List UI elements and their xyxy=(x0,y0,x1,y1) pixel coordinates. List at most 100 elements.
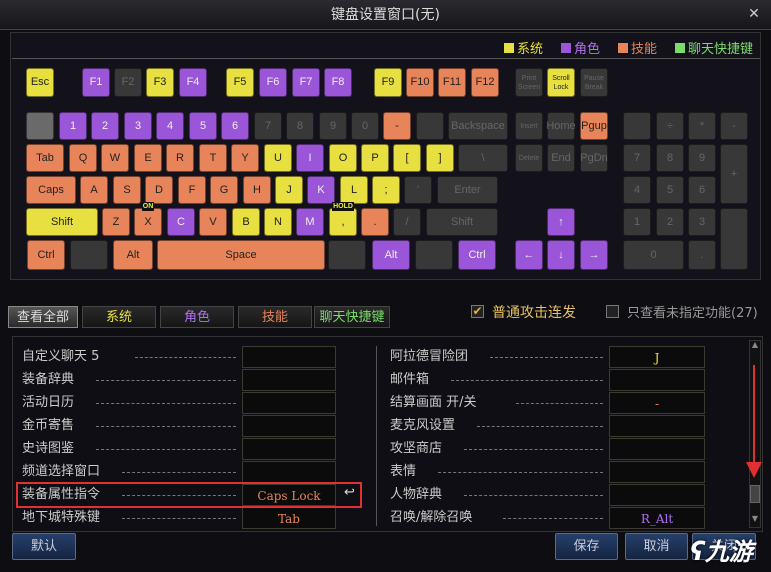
binding-key-field[interactable]: R_Alt xyxy=(609,507,705,529)
key-'[interactable]: ' xyxy=(404,176,432,204)
binding-key-field[interactable] xyxy=(609,438,705,460)
key-blank[interactable] xyxy=(415,240,453,270)
key-s[interactable]: S xyxy=(113,176,141,204)
key-3[interactable]: 3 xyxy=(688,208,716,236)
key-q[interactable]: Q xyxy=(69,144,97,172)
key-↓[interactable]: ↓ xyxy=(547,240,575,270)
key-j[interactable]: J xyxy=(275,176,303,204)
key-f7[interactable]: F7 xyxy=(292,68,320,97)
key-alt[interactable]: Alt xyxy=(113,240,153,270)
key-shift[interactable]: Shift xyxy=(426,208,498,236)
key-4[interactable]: 4 xyxy=(623,176,651,204)
key-m[interactable]: M xyxy=(296,208,324,236)
save-button[interactable]: 保存 xyxy=(555,533,618,560)
key-3[interactable]: 3 xyxy=(124,112,152,140)
key-backspace[interactable]: Backspace xyxy=(448,112,508,140)
tab-2[interactable]: 角色 xyxy=(160,306,234,328)
key-f8[interactable]: F8 xyxy=(324,68,352,97)
key-ctrl[interactable]: Ctrl xyxy=(458,240,496,270)
binding-key-field[interactable]: Tab xyxy=(242,507,336,529)
key-8[interactable]: 8 xyxy=(286,112,314,140)
keybinding-row[interactable]: 自定义聊天 5 xyxy=(22,346,336,368)
key-5[interactable]: 5 xyxy=(189,112,217,140)
keybinding-row[interactable]: 金币寄售 xyxy=(22,415,336,437)
key-f3[interactable]: F3 xyxy=(146,68,174,97)
binding-key-field[interactable] xyxy=(609,461,705,483)
binding-key-field[interactable] xyxy=(609,369,705,391)
key-pgdn[interactable]: PgDn xyxy=(580,144,608,172)
key-o[interactable]: O xyxy=(329,144,357,172)
key-0[interactable]: 0 xyxy=(623,240,684,270)
key-\[interactable]: \ xyxy=(458,144,508,172)
key-0[interactable]: 0 xyxy=(351,112,379,140)
key-,[interactable]: , HOLD xyxy=(329,202,357,236)
key-9[interactable]: 9 xyxy=(319,112,347,140)
key-f2[interactable]: F2 xyxy=(114,68,142,97)
key-x[interactable]: X ON xyxy=(134,202,162,236)
tab-4[interactable]: 聊天快捷键 xyxy=(314,306,390,328)
key-8[interactable]: 8 xyxy=(656,144,684,172)
key-enter[interactable]: Enter xyxy=(437,176,498,204)
keybinding-row[interactable]: 活动日历 xyxy=(22,392,336,414)
key-b[interactable]: B xyxy=(232,208,260,236)
scroll-up-icon[interactable]: ▲ xyxy=(749,340,761,354)
key-space[interactable]: Space xyxy=(157,240,325,270)
key-5[interactable]: 5 xyxy=(656,176,684,204)
key-blank[interactable] xyxy=(70,240,108,270)
key-k[interactable]: K xyxy=(307,176,335,204)
key-g[interactable]: G xyxy=(210,176,238,204)
keybinding-row[interactable]: 人物辞典 xyxy=(390,484,705,506)
key-alt[interactable]: Alt xyxy=(372,240,410,270)
key-←[interactable]: ← xyxy=(515,240,543,270)
key-ctrl[interactable]: Ctrl xyxy=(27,240,65,270)
binding-key-field[interactable] xyxy=(242,461,336,483)
auto-attack-checkbox[interactable]: ✔ xyxy=(471,305,484,318)
keybinding-row[interactable]: 频道选择窗口 xyxy=(22,461,336,483)
key-1[interactable]: 1 xyxy=(59,112,87,140)
key-d[interactable]: D xyxy=(145,176,173,204)
key-7[interactable]: 7 xyxy=(254,112,282,140)
keybinding-row[interactable]: 麦克风设置 xyxy=(390,415,705,437)
tab-3[interactable]: 技能 xyxy=(238,306,312,328)
key-][interactable]: ] xyxy=(426,144,454,172)
binding-key-field[interactable] xyxy=(609,415,705,437)
binding-key-field[interactable] xyxy=(242,438,336,460)
key-f6[interactable]: F6 xyxy=(259,68,287,97)
key-insert[interactable]: Insert xyxy=(515,112,543,140)
cancel-button[interactable]: 取消 xyxy=(625,533,688,560)
key-u[interactable]: U xyxy=(264,144,292,172)
scroll-down-icon[interactable]: ▼ xyxy=(749,514,761,528)
binding-key-field[interactable] xyxy=(242,346,336,368)
key-v[interactable]: V xyxy=(199,208,227,236)
keybinding-row[interactable]: 召唤/解除召唤 R_Alt xyxy=(390,507,705,529)
default-button[interactable]: 默认 xyxy=(12,533,76,560)
key-pause-break[interactable]: Pause Break xyxy=(580,68,608,97)
key-esc[interactable]: Esc xyxy=(26,68,54,97)
key-f12[interactable]: F12 xyxy=(471,68,499,97)
binding-key-field[interactable] xyxy=(242,415,336,437)
key-a[interactable]: A xyxy=(80,176,108,204)
binding-key-field[interactable] xyxy=(242,369,336,391)
key-f10[interactable]: F10 xyxy=(406,68,434,97)
key-blank[interactable] xyxy=(720,208,748,270)
key-+[interactable]: + xyxy=(720,144,748,204)
key-scroll-lock[interactable]: Scroll Lock xyxy=(547,68,575,97)
key-→[interactable]: → xyxy=(580,240,608,270)
key-6[interactable]: 6 xyxy=(221,112,249,140)
key-caps[interactable]: Caps xyxy=(26,176,76,204)
key-blank[interactable] xyxy=(328,240,366,270)
key-2[interactable]: 2 xyxy=(91,112,119,140)
key-/[interactable]: / xyxy=(393,208,421,236)
key-[[interactable]: [ xyxy=(393,144,421,172)
key-4[interactable]: 4 xyxy=(156,112,184,140)
key--[interactable]: - xyxy=(383,112,411,140)
key-r[interactable]: R xyxy=(166,144,194,172)
key-.[interactable]: . xyxy=(688,240,716,270)
binding-key-field[interactable] xyxy=(242,392,336,414)
key-z[interactable]: Z xyxy=(102,208,130,236)
reset-binding-icon[interactable]: ↩ xyxy=(344,485,355,500)
key-e[interactable]: E xyxy=(134,144,162,172)
keybinding-row[interactable]: 邮件箱 xyxy=(390,369,705,391)
key-h[interactable]: H xyxy=(243,176,271,204)
key-f5[interactable]: F5 xyxy=(226,68,254,97)
